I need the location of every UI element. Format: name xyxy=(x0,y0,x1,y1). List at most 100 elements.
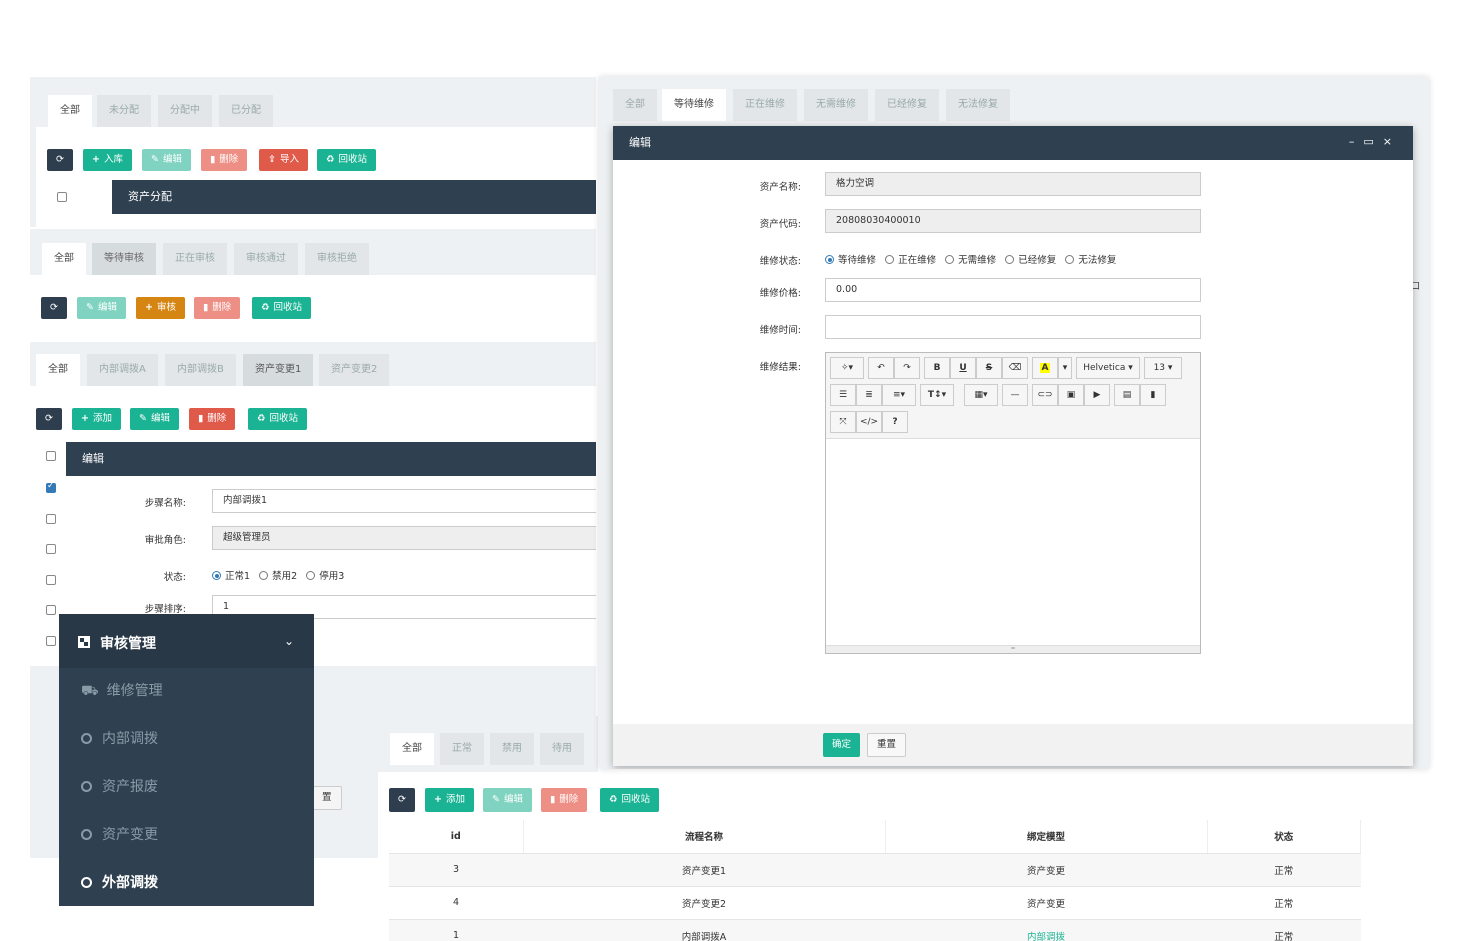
audit-button[interactable]: + 审核 xyxy=(136,297,185,319)
recycle-button[interactable]: ♻ 回收站 xyxy=(248,408,308,430)
table-row[interactable]: 3 资产变更1 资产变更 正常 xyxy=(389,853,1361,887)
tab-all[interactable]: 全部 xyxy=(613,89,657,121)
recycle-button[interactable]: ♻ 回收站 xyxy=(317,149,377,171)
table-row[interactable]: 1 内部调拨A 内部调拨 正常 xyxy=(389,919,1361,941)
code-view-icon[interactable]: </> xyxy=(856,411,882,433)
minimize-icon[interactable]: – xyxy=(1349,135,1364,148)
horizontal-rule-icon[interactable]: — xyxy=(1002,384,1028,406)
delete-button[interactable]: ▮ 删除 xyxy=(194,297,241,319)
sidebar-item-repair[interactable]: ⛟ 维修管理 xyxy=(59,667,314,715)
tab-unrepairable[interactable]: 无法修复 xyxy=(946,89,1010,121)
step-name-input[interactable]: 内部调拨1 xyxy=(212,489,596,513)
tab-all[interactable]: 全部 xyxy=(42,243,86,275)
editor-content-area[interactable] xyxy=(826,440,1200,646)
tab-change-2[interactable]: 资产变更2 xyxy=(319,354,390,386)
table-row[interactable]: 4 资产变更2 资产变更 正常 xyxy=(389,886,1361,920)
select-all-checkbox[interactable] xyxy=(57,192,67,202)
refresh-button[interactable]: ⟳ xyxy=(47,149,73,171)
maximize-icon[interactable]: ▭ xyxy=(1363,135,1382,148)
tab-audit-passed[interactable]: 审核通过 xyxy=(234,243,298,275)
image-icon[interactable]: ▣ xyxy=(1058,384,1084,406)
font-size-dropdown[interactable]: 13 ▾ xyxy=(1144,357,1182,379)
video-icon[interactable]: ▶ xyxy=(1084,384,1110,406)
bold-icon[interactable]: B xyxy=(924,357,950,379)
delete-button[interactable]: ▮ 删除 xyxy=(189,408,236,430)
editor-resize-handle[interactable]: ═ xyxy=(826,645,1200,653)
help-icon[interactable]: ? xyxy=(882,411,908,433)
ordered-list-icon[interactable]: ≣ xyxy=(856,384,882,406)
link-icon[interactable]: ⊂⊃ xyxy=(1032,384,1058,406)
refresh-button[interactable]: ⟳ xyxy=(41,297,67,319)
tab-internal-b[interactable]: 内部调拨B xyxy=(165,354,236,386)
paragraph-align-icon[interactable]: ≡▾ xyxy=(882,384,916,406)
delete-button[interactable]: ▮ 删除 xyxy=(201,149,248,171)
tab-unassigned[interactable]: 未分配 xyxy=(97,95,151,127)
reset-button-partial[interactable]: 置 xyxy=(312,786,342,810)
refresh-button[interactable]: ⟳ xyxy=(389,788,415,812)
tab-standby[interactable]: 待用 xyxy=(540,733,584,765)
tab-all[interactable]: 全部 xyxy=(36,354,80,386)
status-option-waiting[interactable]: 等待维修 xyxy=(825,255,876,266)
tab-no-repair[interactable]: 无需维修 xyxy=(804,89,868,121)
redo-icon[interactable]: ↷ xyxy=(894,357,920,379)
tab-repaired[interactable]: 已经修复 xyxy=(875,89,939,121)
tab-auditing[interactable]: 正在审核 xyxy=(163,243,227,275)
role-input[interactable]: 超级管理员 xyxy=(212,526,596,550)
column-model[interactable]: 绑定模型 xyxy=(885,820,1208,854)
status-option-no-need[interactable]: 无需维修 xyxy=(945,255,996,266)
status-option-inactive[interactable]: 停用3 xyxy=(306,571,344,582)
import-button[interactable]: ⇪ 导入 xyxy=(259,149,308,171)
asset-code-input[interactable]: 20808030400010 xyxy=(825,209,1201,233)
fullscreen-icon[interactable]: ⤧ xyxy=(830,411,856,433)
column-name[interactable]: 流程名称 xyxy=(523,820,886,854)
tab-assigned[interactable]: 已分配 xyxy=(219,95,273,127)
sidebar-item-external-transfer[interactable]: 外部调拨 xyxy=(59,859,314,906)
row-checkbox[interactable] xyxy=(46,544,56,554)
tab-pending-audit[interactable]: 等待审核 xyxy=(92,243,156,275)
file-icon[interactable]: ▤ xyxy=(1114,384,1140,406)
tab-assigning[interactable]: 分配中 xyxy=(158,95,212,127)
edit-button[interactable]: ✎ 编辑 xyxy=(130,408,179,430)
font-color-dropdown[interactable]: ▾ xyxy=(1058,357,1072,379)
delete-button[interactable]: ▮ 删除 xyxy=(541,788,588,812)
sidebar-item-internal-transfer[interactable]: 内部调拨 xyxy=(59,715,314,763)
column-status[interactable]: 状态 xyxy=(1207,820,1361,854)
magic-style-icon[interactable]: ✧▾ xyxy=(830,357,864,379)
status-option-disabled[interactable]: 禁用2 xyxy=(259,571,297,582)
font-name-dropdown[interactable]: Helvetica ▾ xyxy=(1076,357,1140,379)
tab-normal[interactable]: 正常 xyxy=(440,733,484,765)
edit-button[interactable]: ✎ 编辑 xyxy=(77,297,126,319)
document-icon[interactable]: ▮ xyxy=(1140,384,1166,406)
cell-model-link[interactable]: 内部调拨 xyxy=(885,919,1207,941)
price-input[interactable]: 0.00 xyxy=(825,278,1201,302)
asset-name-input[interactable]: 格力空调 xyxy=(825,172,1201,196)
undo-icon[interactable]: ↶ xyxy=(868,357,894,379)
tab-disabled[interactable]: 禁用 xyxy=(490,733,534,765)
tab-repairing[interactable]: 正在维修 xyxy=(733,89,797,121)
close-icon[interactable]: × xyxy=(1383,135,1401,148)
status-option-normal[interactable]: 正常1 xyxy=(212,571,250,582)
status-option-repaired[interactable]: 已经修复 xyxy=(1005,255,1056,266)
tab-audit-rejected[interactable]: 审核拒绝 xyxy=(305,243,369,275)
recycle-button[interactable]: ♻ 回收站 xyxy=(252,297,312,319)
refresh-button[interactable]: ⟳ xyxy=(36,408,62,430)
tab-waiting-repair[interactable]: 等待维修 xyxy=(662,89,726,121)
add-button[interactable]: + 添加 xyxy=(72,408,121,430)
stock-in-button[interactable]: + 入库 xyxy=(83,149,132,171)
edit-button[interactable]: ✎ 编辑 xyxy=(483,788,532,812)
reset-button[interactable]: 重置 xyxy=(867,733,907,757)
confirm-button[interactable]: 确定 xyxy=(823,733,861,757)
sidebar-item-scrap[interactable]: 资产报废 xyxy=(59,763,314,811)
sidebar-item-change[interactable]: 资产变更 xyxy=(59,811,314,859)
unordered-list-icon[interactable]: ☰ xyxy=(830,384,856,406)
strikethrough-icon[interactable]: S xyxy=(976,357,1002,379)
recycle-button[interactable]: ♻ 回收站 xyxy=(600,788,660,812)
line-height-icon[interactable]: T↕▾ xyxy=(920,384,954,406)
column-id[interactable]: id xyxy=(389,820,524,854)
tab-all[interactable]: 全部 xyxy=(390,733,434,765)
row-checkbox[interactable] xyxy=(46,514,56,524)
tab-all[interactable]: 全部 xyxy=(48,95,92,127)
font-color-icon[interactable]: A xyxy=(1032,357,1058,379)
status-option-unrepairable[interactable]: 无法修复 xyxy=(1065,255,1116,266)
row-checkbox[interactable] xyxy=(46,575,56,585)
